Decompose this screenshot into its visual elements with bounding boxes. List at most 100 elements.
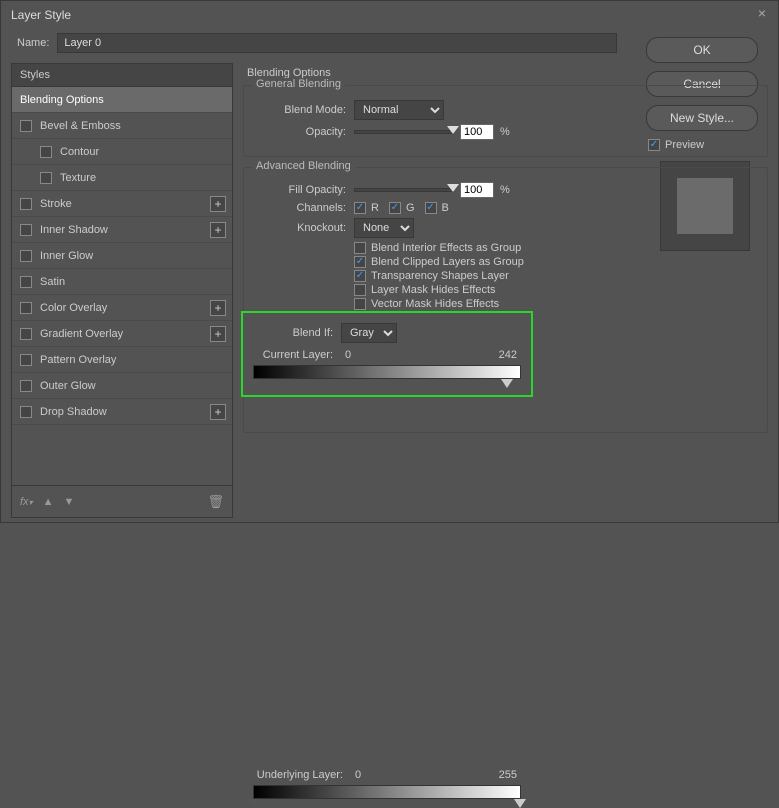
sidebar-item-inner-glow[interactable]: Inner Glow [12,243,232,269]
fill-opacity-unit: % [500,184,510,196]
sidebar-item-label: Stroke [40,198,72,210]
sidebar-item-label: Blending Options [20,94,104,106]
checkbox-icon[interactable] [20,328,32,340]
plus-icon[interactable]: + [210,326,226,342]
underlying-high-value: 255 [499,769,517,781]
checkbox-icon[interactable] [20,380,32,392]
fill-opacity-slider[interactable] [354,188,454,192]
sidebar-item-inner-shadow[interactable]: Inner Shadow + [12,217,232,243]
transparency-shapes-label: Transparency Shapes Layer [371,270,509,282]
checkbox-icon[interactable] [20,198,32,210]
arrow-up-icon[interactable]: ▲ [43,496,54,508]
knockout-select[interactable]: None [354,218,414,238]
checkbox-icon[interactable] [40,146,52,158]
checkbox-icon[interactable] [40,172,52,184]
name-label: Name: [17,37,49,49]
plus-icon[interactable]: + [210,300,226,316]
fill-opacity-input[interactable] [460,182,494,198]
sidebar-item-stroke[interactable]: Stroke + [12,191,232,217]
blend-if-group: Blend If: Gray Current Layer: 0 242 [241,311,533,397]
layer-mask-hides-checkbox[interactable] [354,284,366,296]
current-layer-gradient[interactable] [253,365,521,379]
underlying-white-slider[interactable] [514,799,526,808]
sidebar-item-label: Outer Glow [40,380,96,392]
checkbox-icon[interactable] [20,354,32,366]
current-black-slider[interactable] [248,379,260,388]
current-white-slider[interactable] [501,379,513,388]
vector-mask-hides-checkbox[interactable] [354,298,366,310]
sidebar-item-label: Inner Glow [40,250,93,262]
blend-mode-label: Blend Mode: [256,104,346,116]
sidebar-item-label: Pattern Overlay [40,354,116,366]
ok-button[interactable]: OK [646,37,758,63]
sidebar-item-label: Gradient Overlay [40,328,123,340]
layer-name-input[interactable] [57,33,617,53]
underlying-layer-label: Underlying Layer: [253,769,343,781]
sidebar-item-contour[interactable]: Contour [12,139,232,165]
dialog-title: Layer Style [11,8,71,22]
checkbox-icon[interactable] [20,224,32,236]
trash-icon[interactable]: 🗑 [207,494,224,510]
channel-b-label: B [442,202,449,214]
blend-mode-select[interactable]: Normal [354,100,444,120]
opacity-slider[interactable] [354,130,454,134]
underlying-layer-group: Underlying Layer: 0 255 [243,769,531,799]
sidebar-item-drop-shadow[interactable]: Drop Shadow + [12,399,232,425]
arrow-down-icon[interactable]: ▼ [63,496,74,508]
knockout-label: Knockout: [256,222,346,234]
underlying-layer-gradient[interactable] [253,785,521,799]
checkbox-icon[interactable] [20,406,32,418]
plus-icon[interactable]: + [210,222,226,238]
opacity-input[interactable] [460,124,494,140]
plus-icon[interactable]: + [210,404,226,420]
sidebar-item-bevel-emboss[interactable]: Bevel & Emboss [12,113,232,139]
blend-if-label: Blend If: [253,327,333,339]
opacity-unit: % [500,126,510,138]
fx-icon[interactable]: fx▾ [20,496,33,508]
group-label: General Blending [252,78,345,90]
mid-panel: Blending Options General Blending Blend … [243,63,768,518]
blend-if-select[interactable]: Gray [341,323,397,343]
channels-label: Channels: [256,202,346,214]
styles-frame: Styles Blending Options Bevel & Emboss C… [11,63,233,486]
channel-g-checkbox[interactable] [389,202,401,214]
blend-interior-checkbox[interactable] [354,242,366,254]
sidebar-item-color-overlay[interactable]: Color Overlay + [12,295,232,321]
style-list: Blending Options Bevel & Emboss Contour … [12,87,232,485]
styles-footer: fx▾ ▲ ▼ 🗑 [11,486,233,518]
blend-clipped-label: Blend Clipped Layers as Group [371,256,524,268]
channel-g-label: G [406,202,415,214]
general-blending-group: General Blending Blend Mode: Normal Opac… [243,85,768,157]
underlying-low-value: 0 [355,769,361,781]
current-high-value: 242 [499,349,517,361]
channel-r-checkbox[interactable] [354,202,366,214]
sidebar-item-pattern-overlay[interactable]: Pattern Overlay [12,347,232,373]
checkbox-icon[interactable] [20,250,32,262]
group-label: Advanced Blending [252,160,355,172]
content: Styles Blending Options Bevel & Emboss C… [1,63,778,528]
vector-mask-hides-label: Vector Mask Hides Effects [371,298,499,310]
transparency-shapes-checkbox[interactable] [354,270,366,282]
opacity-label: Opacity: [256,126,346,138]
sidebar-item-outer-glow[interactable]: Outer Glow [12,373,232,399]
checkbox-icon[interactable] [20,120,32,132]
close-icon[interactable]: × [754,6,770,22]
sidebar-item-blending-options[interactable]: Blending Options [12,87,232,113]
sidebar-item-label: Drop Shadow [40,406,107,418]
layer-mask-hides-label: Layer Mask Hides Effects [371,284,496,296]
sidebar-item-label: Bevel & Emboss [40,120,121,132]
sidebar-item-satin[interactable]: Satin [12,269,232,295]
plus-icon[interactable]: + [210,196,226,212]
channel-b-checkbox[interactable] [425,202,437,214]
checkbox-icon[interactable] [20,276,32,288]
blend-clipped-checkbox[interactable] [354,256,366,268]
sidebar-item-texture[interactable]: Texture [12,165,232,191]
current-layer-label: Current Layer: [253,349,333,361]
sidebar-item-gradient-overlay[interactable]: Gradient Overlay + [12,321,232,347]
layer-style-dialog: Layer Style × Name: OK Cancel New Style.… [0,0,779,523]
titlebar: Layer Style × [1,1,778,29]
sidebar-item-label: Color Overlay [40,302,107,314]
sidebar-item-label: Inner Shadow [40,224,108,236]
underlying-black-slider[interactable] [248,799,260,808]
checkbox-icon[interactable] [20,302,32,314]
